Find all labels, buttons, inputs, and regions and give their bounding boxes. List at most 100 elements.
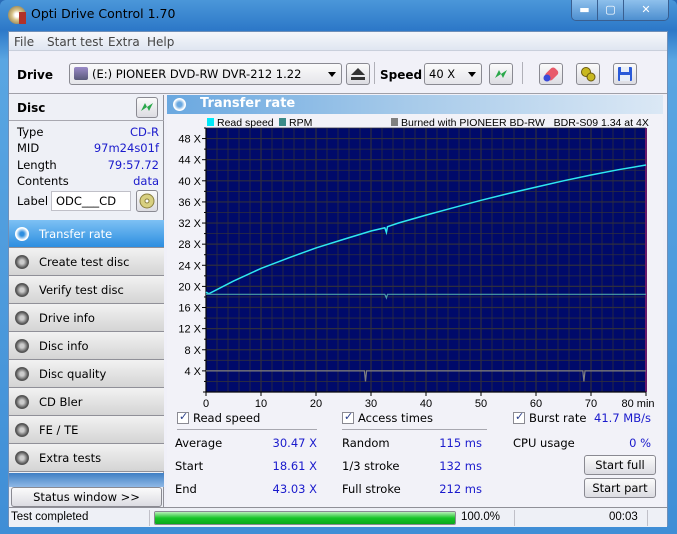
start-full-button[interactable]: Start full <box>584 455 656 475</box>
settings-button[interactable] <box>576 63 600 85</box>
erase-button[interactable] <box>539 63 563 85</box>
read-speed-checkbox[interactable]: Read speed <box>177 410 261 425</box>
x-tick-label: 0 <box>203 398 209 410</box>
disc-type-key: Type <box>17 125 44 139</box>
x-tick-label: 20 <box>310 398 322 410</box>
drive-icon <box>74 67 88 80</box>
disc-length-value: 79:57.72 <box>107 158 159 172</box>
refresh-icon <box>495 70 507 78</box>
test-nav: Transfer rate Create test disc Verify te… <box>9 220 164 472</box>
disc-label-button[interactable] <box>136 190 158 212</box>
nav-cd-bler[interactable]: CD Bler <box>9 388 164 416</box>
status-window-button[interactable]: Status window >> <box>11 487 162 507</box>
menu-extra[interactable]: Extra <box>108 35 140 49</box>
average-value: 30.47 X <box>272 436 317 450</box>
nav-label: CD Bler <box>39 395 83 409</box>
elapsed-time: 00:03 <box>609 511 638 523</box>
menu-file[interactable]: File <box>14 35 34 49</box>
drive-info-icon <box>15 311 29 325</box>
y-tick-label: 32 X <box>178 218 201 230</box>
disc-info-icon <box>15 339 29 353</box>
third-stroke-label: 1/3 stroke <box>342 459 400 473</box>
nav-create-test-disc[interactable]: Create test disc <box>9 248 164 276</box>
x-tick-label: 30 <box>365 398 377 410</box>
disc-contents-row: Contents data <box>17 174 159 190</box>
disc-title: Disc <box>17 101 46 115</box>
speed-select-value: 40 X <box>429 67 456 81</box>
nav-verify-test-disc[interactable]: Verify test disc <box>9 276 164 304</box>
app-disc-icon <box>8 6 26 24</box>
window-title: Opti Drive Control 1.70 <box>31 6 176 21</box>
access-times-label: Access times <box>358 411 433 425</box>
divider <box>177 429 317 430</box>
status-divider <box>514 510 515 526</box>
y-tick-label: 44 X <box>178 155 201 167</box>
burst-rate-checkbox[interactable]: Burst rate <box>513 410 586 425</box>
checkbox-checked-icon <box>513 410 525 424</box>
toolbar: Drive (E:) PIONEER DVD-RW DVR-212 1.22 S… <box>9 52 667 94</box>
y-tick-label: 28 X <box>178 239 201 251</box>
nav-disc-info[interactable]: Disc info <box>9 332 164 360</box>
maximize-button[interactable]: ▢ <box>598 0 624 20</box>
chevron-down-icon <box>328 72 336 77</box>
speed-label: Speed <box>380 68 423 82</box>
read-speed-label: Read speed <box>193 411 261 425</box>
y-tick-label: 40 X <box>178 176 201 188</box>
y-tick-label: 36 X <box>178 197 201 209</box>
eject-button[interactable] <box>346 63 370 85</box>
disc-length-key: Length <box>17 158 57 172</box>
disc-label-input[interactable]: ODC___CD <box>51 191 131 211</box>
save-button[interactable] <box>613 63 637 85</box>
y-tick-label: 4 X <box>184 366 201 378</box>
speed-select[interactable]: 40 X <box>424 63 482 85</box>
disc-mid-key: MID <box>17 141 40 155</box>
nav-drive-info[interactable]: Drive info <box>9 304 164 332</box>
minimize-button[interactable]: ▬ <box>572 0 598 20</box>
close-button[interactable]: ✕ <box>624 0 668 20</box>
x-tick-label: 10 <box>255 398 267 410</box>
x-tick-label: 70 <box>585 398 597 410</box>
end-value: 43.03 X <box>272 482 317 496</box>
gears-icon <box>581 67 596 82</box>
y-tick-label: 48 X <box>178 134 201 146</box>
disc-refresh-button[interactable] <box>136 97 158 118</box>
nav-label: Drive info <box>39 311 95 325</box>
start-value: 18.61 X <box>272 459 317 473</box>
nav-label: Disc info <box>39 339 89 353</box>
disc-contents-value: data <box>133 174 159 188</box>
menu-help[interactable]: Help <box>147 35 174 49</box>
menu-start-test[interactable]: Start test <box>47 35 103 49</box>
create-disc-icon <box>15 255 29 269</box>
nav-fe-te[interactable]: FE / TE <box>9 416 164 444</box>
client-area: File Start test Extra Help Drive (E:) PI… <box>8 31 668 527</box>
nav-transfer-rate[interactable]: Transfer rate <box>9 220 164 248</box>
third-stroke-value: 132 ms <box>439 459 482 473</box>
disc-mid-value: 97m24s01f <box>93 141 159 155</box>
disc-contents-key: Contents <box>17 174 69 188</box>
progress-bar <box>154 511 456 525</box>
title-bar[interactable]: Opti Drive Control 1.70 ▬ ▢ ✕ <box>0 0 677 30</box>
disc-label-key: Label <box>17 194 49 208</box>
nav-disc-quality[interactable]: Disc quality <box>9 360 164 388</box>
nav-extra-tests[interactable]: Extra tests <box>9 444 164 472</box>
x-tick-label: 60 <box>530 398 542 410</box>
cd-bler-icon <box>15 395 29 409</box>
checkbox-checked-icon <box>342 410 354 424</box>
drive-select[interactable]: (E:) PIONEER DVD-RW DVR-212 1.22 <box>69 63 342 85</box>
access-times-checkbox[interactable]: Access times <box>342 410 433 425</box>
status-divider <box>647 510 648 526</box>
refresh-button[interactable] <box>489 63 513 85</box>
start-part-button[interactable]: Start part <box>584 478 656 498</box>
start-label: Start <box>175 459 204 473</box>
disc-length-row: Length 79:57.72 <box>17 158 159 174</box>
x-tick-label: 50 <box>475 398 487 410</box>
nav-label: Disc quality <box>39 367 107 381</box>
left-panel: Disc Type CD-R MID 97m24s01f Length 79:5… <box>9 95 164 527</box>
menu-bar: File Start test Extra Help <box>9 32 667 51</box>
nav-footer-bar <box>9 473 164 487</box>
y-tick-label: 20 X <box>178 281 201 293</box>
progress-fill <box>155 512 455 524</box>
chevron-down-icon <box>468 72 476 77</box>
cpu-usage-value: 0 % <box>629 436 651 450</box>
status-bar: Test completed 100.0% 00:03 <box>9 507 667 527</box>
